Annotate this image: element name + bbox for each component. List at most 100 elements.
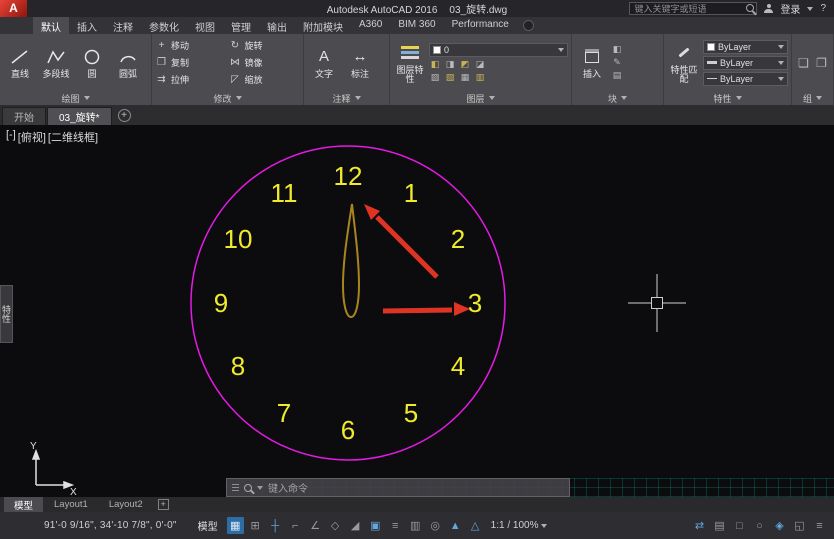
tab-home[interactable]: 默认: [33, 17, 69, 34]
lock-ui-icon[interactable]: □: [731, 517, 748, 534]
snap-mode-icon[interactable]: ⊞: [247, 517, 264, 534]
polar-tracking-icon[interactable]: ∠: [307, 517, 324, 534]
panel-draw-footer[interactable]: 绘图: [0, 91, 151, 105]
binoculars-icon[interactable]: [746, 4, 754, 12]
selection-cycling-icon[interactable]: ◎: [427, 517, 444, 534]
view-control[interactable]: [俯视]: [18, 129, 46, 145]
new-drawing-button[interactable]: +: [118, 109, 131, 122]
panel-annotate-footer[interactable]: 注释: [304, 91, 389, 105]
transparency-icon[interactable]: ▥: [407, 517, 424, 534]
layer-tool-icon[interactable]: ▦: [459, 72, 471, 83]
clock-number[interactable]: 12: [334, 161, 363, 191]
layer-properties-button[interactable]: 图层特性: [393, 41, 427, 85]
move-button[interactable]: +移动: [155, 37, 227, 54]
help-icon[interactable]: ?: [820, 3, 826, 14]
clock-face-circle[interactable]: [191, 146, 505, 460]
group-icon[interactable]: ❏: [798, 56, 810, 70]
tab-output[interactable]: 输出: [259, 17, 295, 34]
tab-performance[interactable]: Performance: [444, 17, 517, 34]
clock-number[interactable]: 3: [468, 288, 482, 318]
dynamic-input-icon[interactable]: ┼: [267, 517, 284, 534]
object-snap-tracking-icon[interactable]: ◢: [347, 517, 364, 534]
file-tab-start[interactable]: 开始: [2, 107, 46, 125]
layer-select[interactable]: 0: [429, 43, 568, 57]
polyline-button[interactable]: 多段线: [39, 45, 73, 79]
layer-tool-icon[interactable]: ◪: [474, 59, 486, 70]
customize-icon[interactable]: ≡: [811, 517, 828, 534]
grid-icon[interactable]: ▦: [227, 517, 244, 534]
lineweight-select[interactable]: ByLayer: [703, 56, 788, 70]
circle-button[interactable]: 圆: [75, 45, 109, 79]
block-attributes-icon[interactable]: ▤: [611, 70, 623, 81]
isodraft-icon[interactable]: ◇: [327, 517, 344, 534]
layer-tool-icon[interactable]: ▥: [474, 72, 486, 83]
signin-caret-icon[interactable]: [807, 7, 813, 11]
layer-tool-icon[interactable]: ◧: [429, 59, 441, 70]
layer-tool-icon[interactable]: ▧: [444, 72, 456, 83]
tab-view[interactable]: 视图: [187, 17, 223, 34]
layout-tab-layout2[interactable]: Layout2: [99, 497, 153, 512]
clock-number[interactable]: 4: [451, 351, 465, 381]
insert-block-button[interactable]: 插入: [575, 45, 609, 79]
clock-number[interactable]: 1: [404, 178, 418, 208]
clock-number[interactable]: 11: [271, 178, 298, 208]
signin-label[interactable]: 登录: [780, 1, 800, 16]
ortho-icon[interactable]: ⌐: [287, 517, 304, 534]
viewport-menu-control[interactable]: [-]: [6, 129, 16, 145]
tab-insert[interactable]: 插入: [69, 17, 105, 34]
layout-tab-layout1[interactable]: Layout1: [44, 497, 98, 512]
connect-status-icon[interactable]: [523, 20, 534, 31]
clock-numbers[interactable]: 12 1 2 3 4 5 6 7 8 9 10 11: [214, 161, 482, 445]
tab-parametric[interactable]: 参数化: [141, 17, 187, 34]
panel-modify-footer[interactable]: 修改: [152, 91, 303, 105]
arc-button[interactable]: 圆弧: [111, 45, 145, 79]
layer-tool-icon[interactable]: ◩: [459, 59, 471, 70]
help-search-input[interactable]: [629, 2, 757, 15]
annotation-autoscale-icon[interactable]: △: [467, 517, 484, 534]
linetype-select[interactable]: ByLayer: [703, 72, 788, 86]
quick-properties-icon[interactable]: ▤: [711, 517, 728, 534]
ungroup-icon[interactable]: ❐: [816, 56, 828, 70]
autocad-logo-icon[interactable]: A: [0, 0, 27, 17]
scale-button[interactable]: ◸缩放: [229, 71, 301, 88]
stretch-button[interactable]: ⇉拉伸: [155, 71, 227, 88]
clock-number[interactable]: 8: [231, 351, 245, 381]
dimension-button[interactable]: ↔ 标注: [343, 45, 377, 79]
tab-bim360[interactable]: BIM 360: [390, 17, 443, 34]
tab-annotate[interactable]: 注释: [105, 17, 141, 34]
panel-group-footer[interactable]: 组: [792, 91, 833, 105]
switch-space-icon[interactable]: ⇄: [691, 517, 708, 534]
isolate-objects-icon[interactable]: ○: [751, 517, 768, 534]
panel-properties-footer[interactable]: 特性: [664, 91, 791, 105]
recent-commands-caret-icon[interactable]: [257, 486, 263, 490]
rotate-button[interactable]: ↻旋转: [229, 37, 301, 54]
layout-tab-model[interactable]: 模型: [4, 497, 43, 512]
tab-a360[interactable]: A360: [351, 17, 390, 34]
model-space-button[interactable]: 模型: [192, 516, 224, 535]
annotation-visibility-icon[interactable]: ▲: [447, 517, 464, 534]
command-line[interactable]: 键入命令: [226, 478, 570, 497]
panel-layers-footer[interactable]: 图层: [390, 91, 571, 105]
create-block-icon[interactable]: ◧: [611, 44, 623, 55]
object-snap-icon[interactable]: ▣: [367, 517, 384, 534]
clock-number[interactable]: 2: [451, 224, 465, 254]
clock-number[interactable]: 10: [224, 224, 253, 254]
drawing-area[interactable]: 12 1 2 3 4 5 6 7 8 9 10 11: [0, 125, 834, 497]
panel-block-footer[interactable]: 块: [572, 91, 663, 105]
clock-number[interactable]: 9: [214, 288, 228, 318]
new-layout-button[interactable]: +: [158, 499, 169, 510]
clock-number[interactable]: 5: [404, 398, 418, 428]
clock-hand[interactable]: [343, 204, 359, 317]
graphics-performance-icon[interactable]: ◈: [771, 517, 788, 534]
mirror-button[interactable]: ⋈镜像: [229, 54, 301, 71]
clock-number[interactable]: 6: [341, 415, 355, 445]
recent-commands-icon[interactable]: [244, 484, 252, 492]
text-button[interactable]: A 文字: [307, 45, 341, 79]
copy-button[interactable]: ❐复制: [155, 54, 227, 71]
tab-manage[interactable]: 管理: [223, 17, 259, 34]
object-color-select[interactable]: ByLayer: [703, 40, 788, 54]
line-button[interactable]: 直线: [3, 45, 37, 79]
command-input-hint[interactable]: 键入命令: [268, 480, 308, 495]
clean-screen-icon[interactable]: ◱: [791, 517, 808, 534]
properties-palette-tab[interactable]: 特性: [0, 285, 13, 343]
